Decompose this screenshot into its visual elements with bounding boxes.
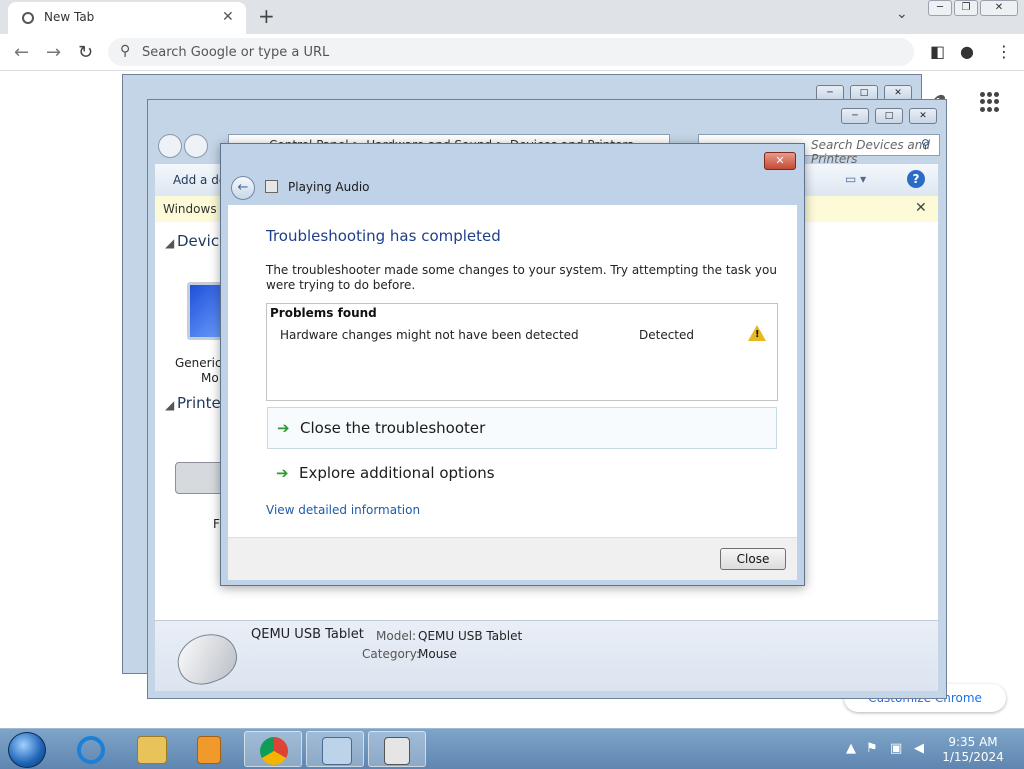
info-bar-close-icon[interactable]: ✕ <box>915 200 927 216</box>
problem-description: Hardware changes might not have been det… <box>280 328 579 342</box>
chrome-menu-icon[interactable]: ⋮ <box>996 42 1012 61</box>
tab-close-icon[interactable]: ✕ <box>222 9 234 25</box>
action-center-flag-icon[interactable]: ⚑ <box>866 741 878 756</box>
dialog-title: Playing Audio <box>288 180 370 194</box>
mouse-device-icon <box>170 626 244 692</box>
cp-close-button[interactable]: ✕ <box>909 108 937 124</box>
info-bar-text: Windows c <box>163 202 227 216</box>
cp-nav-buttons <box>158 134 210 161</box>
tab-title: New Tab <box>44 10 95 24</box>
printer-label: F <box>213 517 220 531</box>
chrome-tab-strip: New Tab ✕ + ⌄ ─ ❐ ✕ <box>0 0 1024 34</box>
dialog-footer: Close <box>228 537 797 580</box>
cp-minimize-button[interactable]: ─ <box>841 108 869 124</box>
details-category-key: Category: <box>362 647 420 661</box>
new-tab-button[interactable]: + <box>258 4 275 28</box>
taskbar-troubleshooter[interactable] <box>368 731 426 767</box>
search-icon: ⚲ <box>120 43 131 59</box>
green-arrow-icon: ➔ <box>276 464 289 482</box>
back-arrow-icon[interactable]: ← <box>14 42 29 63</box>
dialog-close-x-button[interactable]: ✕ <box>764 152 796 170</box>
details-category-value: Mouse <box>418 647 457 661</box>
fax-printer-icon[interactable] <box>175 462 225 494</box>
cp-details-pane: QEMU USB Tablet Model: QEMU USB Tablet C… <box>155 620 938 692</box>
taskbar-media-player[interactable] <box>182 731 240 767</box>
omnibox[interactable]: ⚲ Search Google or type a URL <box>108 38 914 66</box>
warning-exclamation: ! <box>755 329 760 340</box>
option-label: Explore additional options <box>299 464 495 482</box>
cp-forward-button[interactable] <box>184 134 208 158</box>
taskbar: ▲ ⚑ ▣ ◀ 9:35 AM 1/15/2024 <box>0 728 1024 769</box>
devices-collapse-icon[interactable]: ◢ <box>165 236 174 250</box>
cp-back-button[interactable] <box>158 134 182 158</box>
troubleshooter-dialog: ✕ ← Playing Audio Troubleshooting has co… <box>220 143 805 586</box>
control-panel-icon <box>322 737 352 765</box>
troubleshooter-app-icon <box>265 180 278 193</box>
taskbar-chrome[interactable] <box>244 731 302 767</box>
help-icon[interactable]: ? <box>907 170 925 188</box>
show-hidden-icons-icon[interactable]: ▲ <box>846 741 856 756</box>
forward-arrow-icon[interactable]: → <box>46 42 61 63</box>
green-arrow-icon: ➔ <box>277 419 290 437</box>
omnibox-placeholder: Search Google or type a URL <box>142 45 330 60</box>
start-button[interactable] <box>8 732 46 768</box>
cp-search-icon: ⚲ <box>921 137 930 151</box>
dialog-back-button[interactable]: ← <box>231 176 255 200</box>
google-apps-icon[interactable] <box>980 92 1000 112</box>
dialog-heading: Troubleshooting has completed <box>266 227 501 245</box>
cp-maximize-button[interactable]: □ <box>875 108 903 124</box>
close-troubleshooter-option[interactable]: ➔ Close the troubleshooter <box>267 407 777 449</box>
device-label-2: Mo <box>201 371 219 385</box>
details-model-key: Model: <box>376 629 417 643</box>
printers-collapse-icon[interactable]: ◢ <box>165 398 174 412</box>
taskbar-control-panel[interactable] <box>306 731 364 767</box>
ie-icon <box>77 736 105 764</box>
problem-status: Detected <box>639 328 695 342</box>
network-icon[interactable]: ▣ <box>890 741 902 756</box>
view-detailed-information-link[interactable]: View detailed information <box>266 503 420 517</box>
dialog-content: Troubleshooting has completed The troubl… <box>228 205 797 537</box>
chrome-icon <box>260 737 288 765</box>
clock-time: 9:35 AM <box>948 735 998 749</box>
tab-search-chevron-icon[interactable]: ⌄ <box>896 6 908 22</box>
problems-found-box: Problems found Hardware changes might no… <box>266 303 778 401</box>
view-options-icon[interactable]: ▭ ▾ <box>845 172 866 186</box>
chrome-restore-button[interactable]: ❐ <box>954 0 978 16</box>
problems-header: Problems found <box>270 306 377 320</box>
system-clock[interactable]: 9:35 AM 1/15/2024 <box>936 735 1010 765</box>
volume-icon[interactable]: ◀ <box>914 741 924 756</box>
details-device-name: QEMU USB Tablet <box>251 627 364 642</box>
clock-date: 1/15/2024 <box>942 750 1004 764</box>
taskbar-ie[interactable] <box>62 731 120 767</box>
folder-icon <box>137 736 167 764</box>
side-panel-icon[interactable]: ◧ <box>930 42 945 61</box>
chrome-toolbar: ← → ↻ ⚲ Search Google or type a URL ◧ ● … <box>0 34 1024 71</box>
profile-avatar-icon[interactable]: ● <box>960 42 974 61</box>
chrome-favicon-icon <box>22 12 34 24</box>
media-player-icon <box>197 736 221 764</box>
chrome-minimize-button[interactable]: ─ <box>928 0 952 16</box>
tab-new-tab[interactable]: New Tab ✕ <box>8 2 246 34</box>
explore-options-option[interactable]: ➔ Explore additional options <box>267 453 775 493</box>
reload-icon[interactable]: ↻ <box>78 42 93 63</box>
cp-search-placeholder: Search Devices and Printers <box>811 138 930 166</box>
chrome-close-button[interactable]: ✕ <box>980 0 1018 16</box>
add-device-button[interactable]: Add a de <box>173 173 226 187</box>
close-button[interactable]: Close <box>720 548 786 570</box>
troubleshooter-icon <box>384 737 410 765</box>
taskbar-explorer[interactable] <box>122 731 180 767</box>
option-label: Close the troubleshooter <box>300 419 486 437</box>
details-model-value: QEMU USB Tablet <box>418 629 523 643</box>
dialog-description: The troubleshooter made some changes to … <box>266 263 777 292</box>
